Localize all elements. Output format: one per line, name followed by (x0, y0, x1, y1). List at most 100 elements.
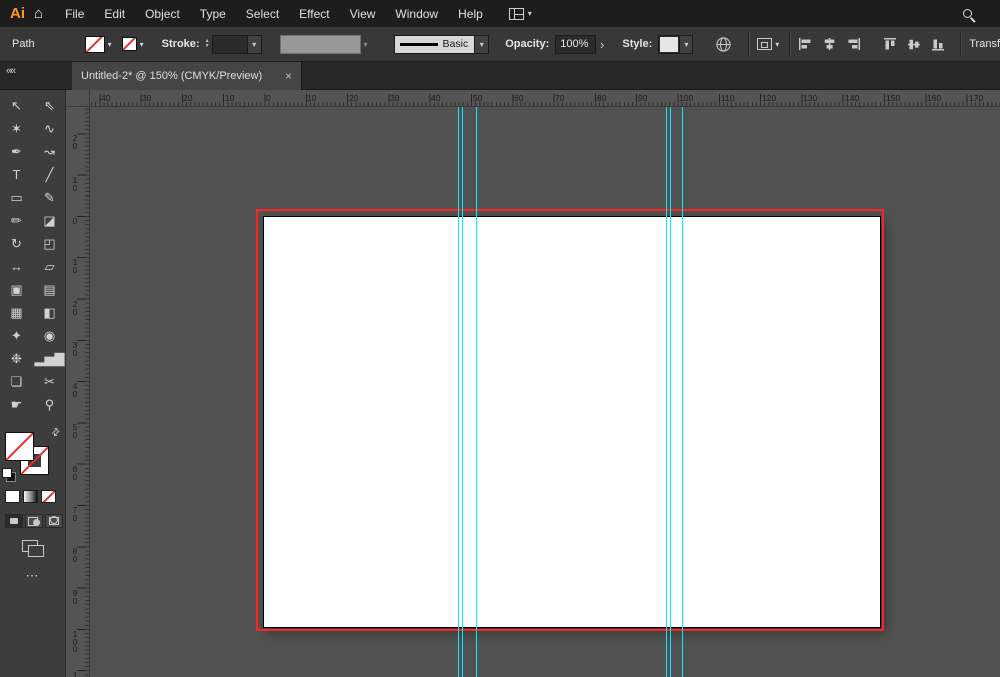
color-button[interactable] (5, 490, 20, 503)
close-icon[interactable]: × (277, 69, 292, 83)
stroke-label: Stroke: (161, 38, 200, 50)
direct-selection-tool[interactable]: ⇖ (33, 94, 66, 117)
gradient-tool[interactable]: ◧ (33, 301, 66, 324)
menu-help[interactable]: Help (448, 7, 493, 21)
align-vertical-bottom-button[interactable] (931, 37, 946, 51)
stepper-down-icon[interactable]: ▾ (206, 43, 209, 49)
chevron-down-icon[interactable]: ▾ (775, 40, 779, 49)
scale-tool[interactable]: ◰ (33, 232, 66, 255)
ruler-label: 0 (72, 216, 78, 226)
fill-swatch[interactable] (5, 432, 34, 461)
workspace-icon (508, 7, 524, 20)
menu-file[interactable]: File (55, 7, 94, 21)
none-button[interactable] (41, 490, 56, 503)
width-tool[interactable]: ↔ (0, 255, 33, 278)
ruler-label: 110 (721, 93, 735, 103)
ruler-label: 10 (72, 175, 78, 193)
magic-wand-tool[interactable]: ✶ (0, 117, 33, 140)
menu-items: File Edit Object Type Select Effect View Window… (55, 7, 493, 21)
align-vertical-center-button[interactable] (907, 37, 922, 51)
lasso-tool[interactable]: ∿ (33, 117, 66, 140)
style-select[interactable]: ▾ (658, 34, 694, 54)
ruler-label: 150 (886, 93, 901, 103)
ruler-label: 30 (142, 93, 152, 103)
artboard-tool[interactable]: ❏ (0, 370, 33, 393)
menu-select[interactable]: Select (236, 7, 289, 21)
type-tool[interactable]: T (0, 163, 33, 186)
shape-builder-tool[interactable]: ▣ (0, 278, 33, 301)
ruler-label: 140 (845, 93, 860, 103)
align-horizontal-right-button[interactable] (846, 37, 861, 51)
fill-color-control[interactable]: ▾ (84, 35, 112, 53)
opacity-options-icon[interactable]: › (600, 38, 604, 51)
ruler-corner[interactable] (66, 90, 90, 107)
opacity-input[interactable]: 100% (555, 34, 597, 54)
recolor-artwork-button[interactable] (715, 36, 732, 53)
rectangle-tool[interactable]: ▭ (0, 186, 33, 209)
rotate-tool[interactable]: ↻ (0, 232, 33, 255)
stroke-none-swatch[interactable] (121, 37, 137, 51)
menu-window[interactable]: Window (385, 7, 448, 21)
mesh-tool[interactable]: ▦ (0, 301, 33, 324)
search-button[interactable] (963, 9, 972, 18)
align-horizontal-center-button[interactable] (822, 37, 837, 51)
align-horizontal-left-button[interactable] (798, 37, 813, 51)
zoom-tool[interactable]: ⚲ (33, 393, 66, 416)
curvature-tool[interactable]: ↝ (33, 140, 66, 163)
chevron-down-icon[interactable]: ▾ (246, 35, 261, 53)
hand-tool[interactable]: ☛ (0, 393, 33, 416)
gradient-button[interactable] (23, 490, 38, 503)
align-vertical-center-icon (908, 39, 921, 50)
horizontal-ruler[interactable]: 40 30 20 10 0 10 20 30 40 50 60 70 80 90 100 110 120 130 1… (90, 90, 1000, 107)
pen-tool[interactable]: ✒ (0, 140, 33, 163)
default-fill-stroke-icon[interactable] (2, 468, 16, 482)
workspace-switcher[interactable]: ▾ (508, 7, 532, 20)
ruler-label: 40 (431, 93, 441, 103)
eraser-tool[interactable]: ◪ (33, 209, 66, 232)
free-transform-tool[interactable]: ▱ (33, 255, 66, 278)
menu-view[interactable]: View (340, 7, 386, 21)
ruler-label: 60 (72, 464, 78, 482)
vertical-ruler[interactable]: 20100102030405060708090100110 (66, 107, 90, 677)
menu-edit[interactable]: Edit (94, 7, 135, 21)
swap-fill-stroke-icon[interactable]: ⇄ (49, 426, 63, 440)
eyedropper-tool[interactable]: ✦ (0, 324, 33, 347)
slice-tool[interactable]: ✂ (33, 370, 66, 393)
selection-tool[interactable]: ↖ (0, 94, 33, 117)
align-vertical-top-button[interactable] (883, 37, 898, 51)
draw-behind-button[interactable] (25, 514, 43, 528)
line-segment-tool[interactable]: ╱ (33, 163, 66, 186)
draw-normal-button[interactable] (5, 514, 23, 528)
transform-link[interactable]: Transf (969, 38, 1000, 50)
chevron-down-icon[interactable]: ▾ (108, 40, 112, 49)
fill-none-swatch[interactable] (84, 35, 105, 53)
pencil-tool[interactable]: ✏ (0, 209, 33, 232)
chevron-down-icon[interactable]: ▾ (679, 35, 693, 53)
ruler-label: 20 (183, 93, 193, 103)
collapse-panel-icon[interactable]: «« (6, 65, 16, 77)
app-logo[interactable]: Ai (0, 5, 34, 22)
align-to-control[interactable]: ▾ (757, 38, 779, 50)
brush-definition-select[interactable]: Basic ▾ (393, 34, 490, 54)
paintbrush-tool[interactable]: ✎ (33, 186, 66, 209)
draw-inside-button[interactable] (45, 514, 63, 528)
perspective-grid-tool[interactable]: ▤ (33, 278, 66, 301)
symbol-sprayer-tool[interactable]: ❉ (0, 347, 33, 370)
stroke-width-select[interactable]: ▾ (211, 34, 262, 54)
chevron-down-icon[interactable]: ▾ (140, 40, 144, 49)
artboard[interactable] (263, 216, 881, 628)
column-graph-tool[interactable]: ▂▅▇ (33, 347, 66, 370)
stroke-width-stepper[interactable]: ▴ ▾ (206, 38, 209, 49)
screen-mode-icon[interactable] (22, 540, 44, 557)
menu-type[interactable]: Type (190, 7, 236, 21)
menu-effect[interactable]: Effect (289, 7, 339, 21)
globe-icon (716, 36, 731, 52)
blend-tool[interactable]: ◉ (33, 324, 66, 347)
edit-toolbar-button[interactable]: ⋯ (0, 568, 66, 584)
document-tab[interactable]: Untitled-2* @ 150% (CMYK/Preview) × (72, 62, 302, 90)
chevron-down-icon[interactable]: ▾ (474, 35, 489, 53)
menu-object[interactable]: Object (135, 7, 190, 21)
stroke-color-control[interactable]: ▾ (121, 37, 144, 51)
home-icon[interactable]: ⌂ (34, 5, 43, 22)
canvas-area[interactable] (90, 107, 1000, 677)
